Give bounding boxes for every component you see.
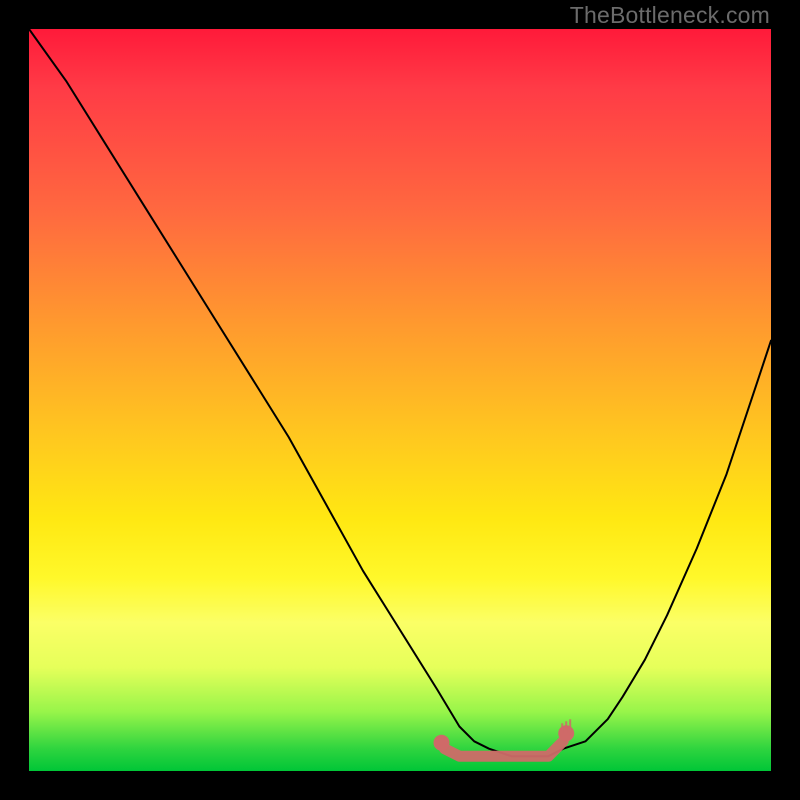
flat-zone-whisker: [561, 723, 563, 733]
chart-frame: TheBottleneck.com: [0, 0, 800, 800]
flat-zone-whisker: [565, 721, 567, 733]
curve-svg: [29, 29, 771, 771]
flat-zone-whisker: [569, 719, 571, 733]
flat-zone-marker: [434, 735, 450, 751]
marker-group: [434, 719, 575, 756]
flat-zone-band: [445, 741, 564, 756]
curve-group: [29, 29, 771, 756]
plot-area: [29, 29, 771, 771]
watermark-label: TheBottleneck.com: [570, 2, 770, 29]
bottleneck-curve-path: [29, 29, 771, 756]
